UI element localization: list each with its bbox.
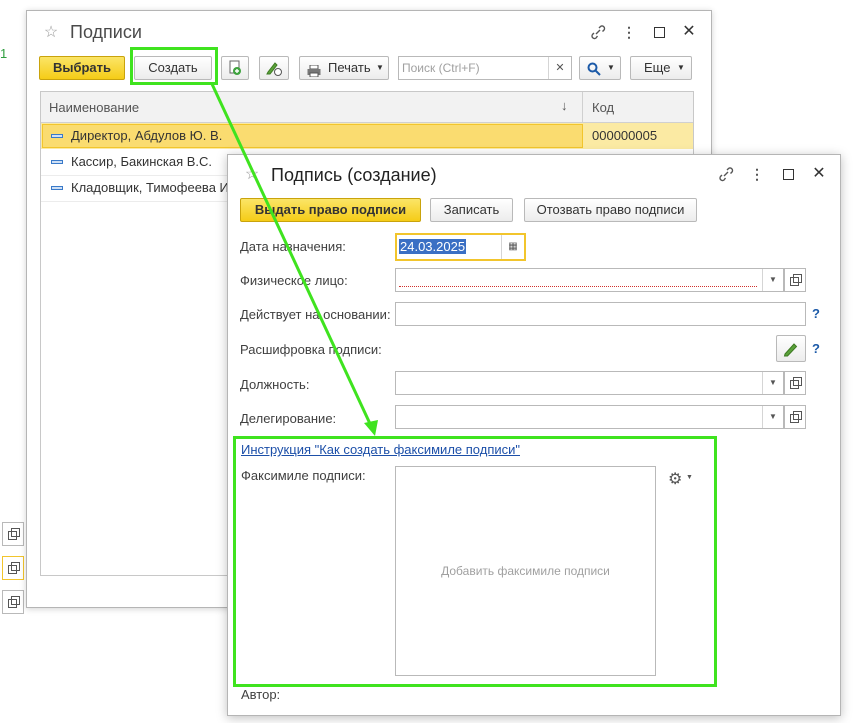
annotation-arrow	[210, 83, 378, 436]
